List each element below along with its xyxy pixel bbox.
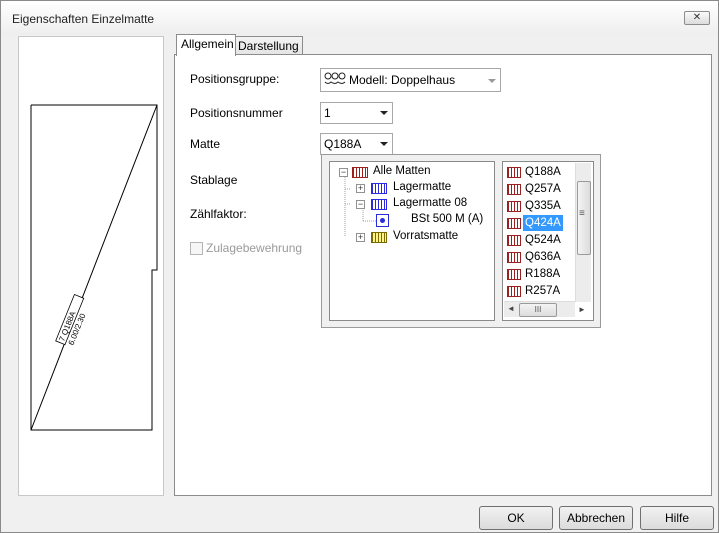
mat-red-icon [507,167,521,178]
help-button[interactable]: Hilfe [640,506,714,530]
positionsgruppe-value: Modell: Doppelhaus [349,73,456,87]
tab-allgemein[interactable]: Allgemein [176,34,236,56]
collapse-icon[interactable]: − [339,168,348,177]
positionsnummer-label: Positionsnummer [190,106,283,120]
ok-button[interactable]: OK [479,506,553,530]
list-item-q257a[interactable]: Q257A [505,181,575,197]
list-item-label: R188A [525,268,561,280]
list-horizontal-scrollbar[interactable]: ◄ III [504,301,575,317]
tree-item-label: Alle Matten [373,165,431,177]
tree-item-label: Vorratsmatte [393,230,459,242]
list-item-label: Q636A [525,251,561,263]
chevron-down-icon [488,79,496,83]
horizontal-scroll-thumb[interactable]: III [519,303,557,317]
positionsgruppe-label: Positionsgruppe: [190,72,280,86]
tree-item-label: Lagermatte 08 [393,197,468,209]
mat-red-icon [507,252,521,263]
mat-red-icon [507,235,521,246]
mat-preview-pane: 7 Q188A 6.00/2.30 [18,36,164,496]
group-icon [324,72,346,84]
matte-select[interactable]: Q188A [320,133,393,155]
list-item-q188a[interactable]: Q188A [505,164,575,180]
list-item-r257a[interactable]: R257A [505,283,575,299]
matte-label: Matte [190,137,221,151]
list-item-label: Q188A [525,166,561,178]
positionsnummer-select[interactable]: 1 [320,102,393,124]
list-item-label: Q257A [525,183,561,195]
zulagebewehrung-checkbox[interactable] [190,242,203,255]
list-item-r188a[interactable]: R188A [505,266,575,282]
list-item-label: Q524A [525,234,561,246]
mat-blue-icon [371,199,387,210]
mat-red-icon [507,201,521,212]
chevron-down-icon [380,142,388,146]
list-item-q424a[interactable]: Q424A [505,215,575,231]
mat-red-icon [507,184,521,195]
scroll-right-icon[interactable]: ► [578,305,586,314]
title-bar[interactable]: Eigenschaften Einzelmatte ✕ [1,1,718,35]
cancel-button[interactable]: Abbrechen [559,506,633,530]
scroll-left-icon[interactable]: ◄ [507,304,515,313]
expand-icon[interactable]: + [356,233,365,242]
list-item-q524a[interactable]: Q524A [505,232,575,248]
tree-item-label: Lagermatte [393,181,452,193]
mat-red-icon [507,269,521,280]
list-vertical-scrollbar[interactable]: ≡ [575,163,591,302]
mat-yellow-icon [371,232,387,243]
positionsgruppe-select[interactable]: Modell: Doppelhaus [320,68,501,92]
chevron-down-icon [380,111,388,115]
matte-value: Q188A [324,137,362,151]
steel-grade-icon [376,214,389,227]
mat-red-icon [507,286,521,297]
expand-icon[interactable]: + [356,184,365,193]
mat-red-icon [507,218,521,229]
tab-darstellung[interactable]: Darstellung [233,36,303,56]
zaehlfaktor-label: Zählfaktor: [190,207,247,221]
list-item-q636a[interactable]: Q636A [505,249,575,265]
scroll-grip-icon: ≡ [579,208,585,219]
list-item-q335a[interactable]: Q335A [505,198,575,214]
close-icon[interactable]: ✕ [684,11,710,25]
zulagebewehrung-label: Zulagebewehrung [206,241,303,255]
vertical-scroll-thumb[interactable]: ≡ [577,181,591,255]
list-item-label: Q424A [523,215,563,231]
mat-red-icon [352,167,368,178]
tree-item-label: BSt 500 M (A) [411,213,484,225]
window-title: Eigenschaften Einzelmatte [12,12,155,26]
collapse-icon[interactable]: − [356,200,365,209]
stablage-label: Stablage [190,173,238,187]
list-item-label: R257A [525,285,561,297]
positionsnummer-value: 1 [324,106,331,120]
mat-preview-drawing: 7 Q188A 6.00/2.30 [30,104,158,431]
mat-blue-icon [371,183,387,194]
list-item-label: Q335A [525,200,561,212]
